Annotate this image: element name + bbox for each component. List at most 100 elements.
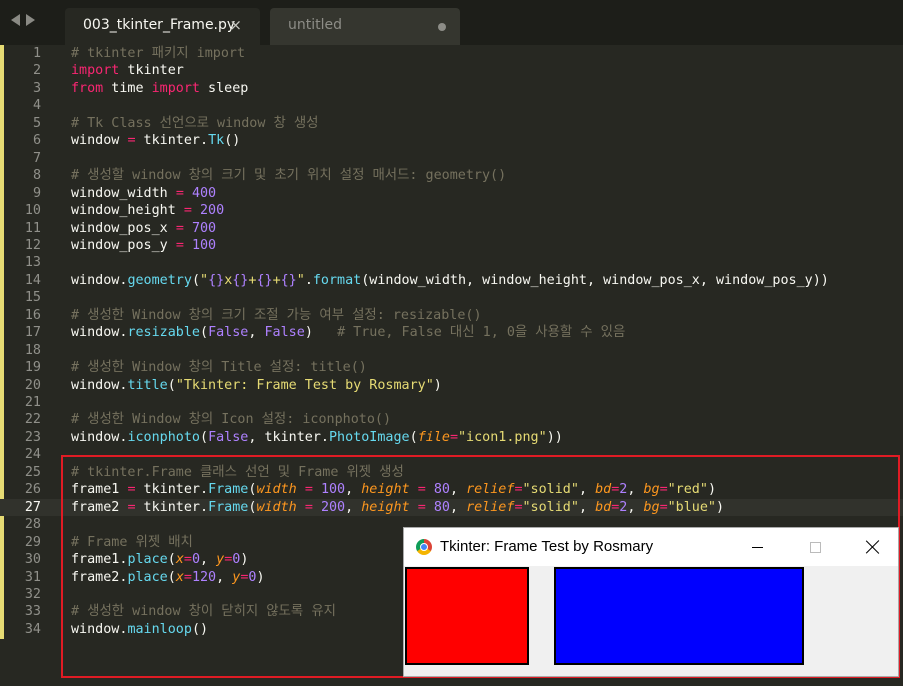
code-line[interactable]: 19 # 생성한 Window 창의 Title 설정: title(): [0, 359, 903, 376]
code-text: window_height = 200: [71, 203, 225, 219]
code-line[interactable]: 25 # tkinter.Frame 클래스 선언 및 Frame 위젯 생성: [0, 464, 903, 481]
close-icon: [866, 540, 880, 554]
line-number: 10: [24, 203, 41, 219]
tab-untitled[interactable]: untitled: [270, 8, 460, 45]
code-text: window_width = 400: [71, 185, 217, 201]
code-line[interactable]: 17 window.resizable(False, False) # True,…: [0, 324, 903, 341]
line-number: 17: [24, 325, 41, 341]
line-number: 9: [32, 185, 41, 201]
code-line[interactable]: 3 from time import sleep: [0, 80, 903, 97]
code-line[interactable]: 5 # Tk Class 선언으로 window 창 생성: [0, 115, 903, 132]
line-number: 4: [32, 98, 41, 114]
code-line[interactable]: 24: [0, 446, 903, 463]
window-title: Tkinter: Frame Test by Rosmary: [440, 538, 654, 555]
code-line[interactable]: 23 window.iconphoto(False, tkinter.PhotoI…: [0, 429, 903, 446]
code-text: window.geometry("{}x{}+{}+{}".format(win…: [71, 272, 829, 288]
line-number: 28: [24, 517, 41, 533]
code-line[interactable]: 22 # 생성한 Window 창의 Icon 설정: iconphoto(): [0, 411, 903, 428]
line-number: 20: [24, 377, 41, 393]
code-line[interactable]: 1 # tkinter 패키지 import: [0, 45, 903, 62]
line-number: 2: [32, 63, 41, 79]
tkinter-window[interactable]: Tkinter: Frame Test by Rosmary: [403, 527, 899, 677]
code-line[interactable]: 6 window = tkinter.Tk(): [0, 132, 903, 149]
line-number: 11: [24, 220, 41, 236]
close-button[interactable]: [850, 528, 896, 566]
line-number: 27: [24, 499, 41, 515]
code-line[interactable]: 27 frame2 = tkinter.Frame(width = 200, he…: [0, 498, 903, 517]
tab-label: 003_tkinter_Frame.py: [83, 17, 236, 33]
line-number: 23: [24, 429, 41, 445]
line-number: 29: [24, 534, 41, 550]
code-text: frame1.place(x=0, y=0): [71, 552, 249, 568]
code-text: # 생성한 Window 창의 Icon 설정: iconphoto(): [71, 412, 392, 428]
chevron-left-icon[interactable]: [11, 14, 20, 26]
chrome-icon: [416, 539, 432, 555]
line-number: 14: [24, 272, 41, 288]
code-line[interactable]: 2 import tkinter: [0, 62, 903, 79]
line-number: 30: [24, 552, 41, 568]
unsaved-dot-icon[interactable]: [438, 23, 446, 31]
code-text: window_pos_y = 100: [71, 237, 217, 253]
line-number: 22: [24, 412, 41, 428]
code-text: from time import sleep: [71, 80, 249, 96]
code-line[interactable]: 21: [0, 394, 903, 411]
window-titlebar[interactable]: Tkinter: Frame Test by Rosmary: [404, 528, 898, 566]
code-line[interactable]: 18: [0, 342, 903, 359]
minimize-button[interactable]: [734, 528, 780, 566]
line-number: 18: [24, 342, 41, 358]
code-text: # 생성할 window 창의 크기 및 초기 위치 설정 매서드: geome…: [71, 168, 507, 184]
code-text: # Tk Class 선언으로 window 창 생성: [71, 115, 319, 131]
code-text: # 생성한 Window 창의 크기 조절 가능 여부 설정: resizabl…: [71, 307, 482, 323]
line-number: 32: [24, 586, 41, 602]
code-text: window.title("Tkinter: Frame Test by Ros…: [71, 377, 442, 393]
line-number: 6: [32, 133, 41, 149]
maximize-button[interactable]: [792, 528, 838, 566]
tab-bar: 003_tkinter_Frame.py × untitled: [0, 0, 903, 45]
code-text: # 생성한 window 창이 닫히지 않도록 유지: [71, 604, 336, 620]
code-text: window.resizable(False, False) # True, F…: [71, 325, 626, 341]
code-line[interactable]: 7: [0, 150, 903, 167]
code-text: # Frame 위젯 배치: [71, 534, 193, 550]
close-icon[interactable]: ×: [229, 16, 242, 34]
code-line[interactable]: 16 # 생성한 Window 창의 크기 조절 가능 여부 설정: resiza…: [0, 307, 903, 324]
code-text: import tkinter: [71, 63, 184, 79]
frame2: [554, 567, 804, 665]
line-number: 15: [24, 290, 41, 306]
line-number: 31: [24, 569, 41, 585]
chevron-right-icon[interactable]: [26, 14, 35, 26]
code-text: # tkinter.Frame 클래스 선언 및 Frame 위젯 생성: [71, 464, 404, 480]
line-number: 12: [24, 237, 41, 253]
line-number: 16: [24, 307, 41, 323]
code-text: window_pos_x = 700: [71, 220, 217, 236]
code-line[interactable]: 13: [0, 254, 903, 271]
line-number: 5: [32, 115, 41, 131]
code-line[interactable]: 26 frame1 = tkinter.Frame(width = 100, he…: [0, 481, 903, 498]
code-text: window.mainloop(): [71, 621, 209, 637]
line-number: 26: [24, 482, 41, 498]
code-line[interactable]: 14 window.geometry("{}x{}+{}+{}".format(w…: [0, 272, 903, 289]
code-text: frame2 = tkinter.Frame(width = 200, heig…: [71, 499, 725, 515]
code-line[interactable]: 9 window_width = 400: [0, 185, 903, 202]
line-number: 24: [24, 447, 41, 463]
tab-label: untitled: [288, 17, 343, 33]
code-text: # 생성한 Window 창의 Title 설정: title(): [71, 360, 367, 376]
line-number: 7: [32, 150, 41, 166]
minimize-icon: [751, 546, 763, 548]
line-number: 3: [32, 80, 41, 96]
code-line[interactable]: 10 window_height = 200: [0, 202, 903, 219]
code-line[interactable]: 12 window_pos_y = 100: [0, 237, 903, 254]
code-line[interactable]: 20 window.title("Tkinter: Frame Test by R…: [0, 377, 903, 394]
tab-003-tkinter-frame[interactable]: 003_tkinter_Frame.py ×: [65, 8, 260, 45]
code-text: frame2.place(x=120, y=0): [71, 569, 265, 585]
line-number: 25: [24, 464, 41, 480]
maximize-icon: [809, 541, 821, 553]
code-line[interactable]: 11 window_pos_x = 700: [0, 220, 903, 237]
code-text: # tkinter 패키지 import: [71, 46, 246, 61]
line-number: 13: [24, 255, 41, 271]
line-number: 19: [24, 360, 41, 376]
line-number: 21: [24, 395, 41, 410]
code-line[interactable]: 8 # 생성할 window 창의 크기 및 초기 위치 설정 매서드: geom…: [0, 167, 903, 184]
code-line[interactable]: 15: [0, 289, 903, 306]
code-line[interactable]: 4: [0, 97, 903, 114]
tab-nav-arrows: [11, 14, 35, 26]
